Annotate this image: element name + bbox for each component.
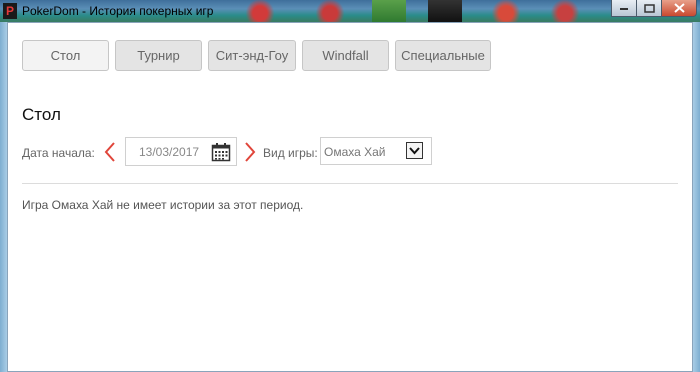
divider bbox=[22, 183, 678, 184]
app-icon: P bbox=[3, 3, 17, 19]
title-bar: P PokerDom - История покерных игр bbox=[0, 0, 700, 22]
window-frame-left bbox=[0, 22, 7, 372]
background-decoration bbox=[545, 0, 585, 22]
maximize-icon bbox=[643, 3, 655, 13]
start-date-value: 13/03/2017 bbox=[139, 145, 200, 159]
start-date-field[interactable]: 13/03/2017 bbox=[125, 137, 237, 166]
minimize-icon bbox=[620, 8, 628, 10]
game-type-label: Вид игры: bbox=[263, 146, 318, 160]
close-button[interactable] bbox=[661, 0, 697, 17]
calendar-icon[interactable] bbox=[211, 142, 231, 162]
tab-sit-and-go[interactable]: Сит-энд-Гоу bbox=[208, 40, 296, 71]
game-type-value: Омаха Хай bbox=[324, 145, 386, 159]
empty-history-message: Игра Омаха Хай не имеет истории за этот … bbox=[22, 198, 304, 212]
tab-tournament[interactable]: Турнир bbox=[115, 40, 202, 71]
maximize-button[interactable] bbox=[636, 0, 662, 17]
background-decoration bbox=[310, 0, 350, 22]
minimize-button[interactable] bbox=[611, 0, 637, 17]
tab-table[interactable]: Стол bbox=[22, 40, 109, 71]
dropdown-button[interactable] bbox=[406, 142, 423, 159]
background-decoration bbox=[486, 0, 526, 22]
chevron-down-icon bbox=[409, 147, 420, 155]
window-title: PokerDom - История покерных игр bbox=[22, 4, 214, 18]
section-title: Стол bbox=[22, 105, 61, 124]
chevron-left-icon[interactable] bbox=[103, 141, 117, 163]
background-decoration bbox=[428, 0, 462, 22]
game-type-select[interactable]: Омаха Хай bbox=[320, 137, 432, 165]
background-decoration bbox=[372, 0, 406, 22]
start-date-label: Дата начала: bbox=[22, 146, 95, 160]
window-frame-right bbox=[693, 22, 700, 372]
tab-special[interactable]: Специальные bbox=[395, 40, 491, 71]
main-panel: Стол Турнир Сит-энд-Гоу Windfall Специал… bbox=[7, 22, 693, 372]
tab-windfall[interactable]: Windfall bbox=[302, 40, 389, 71]
chevron-right-icon[interactable] bbox=[243, 141, 257, 163]
background-decoration bbox=[240, 0, 280, 22]
close-icon bbox=[673, 3, 685, 13]
